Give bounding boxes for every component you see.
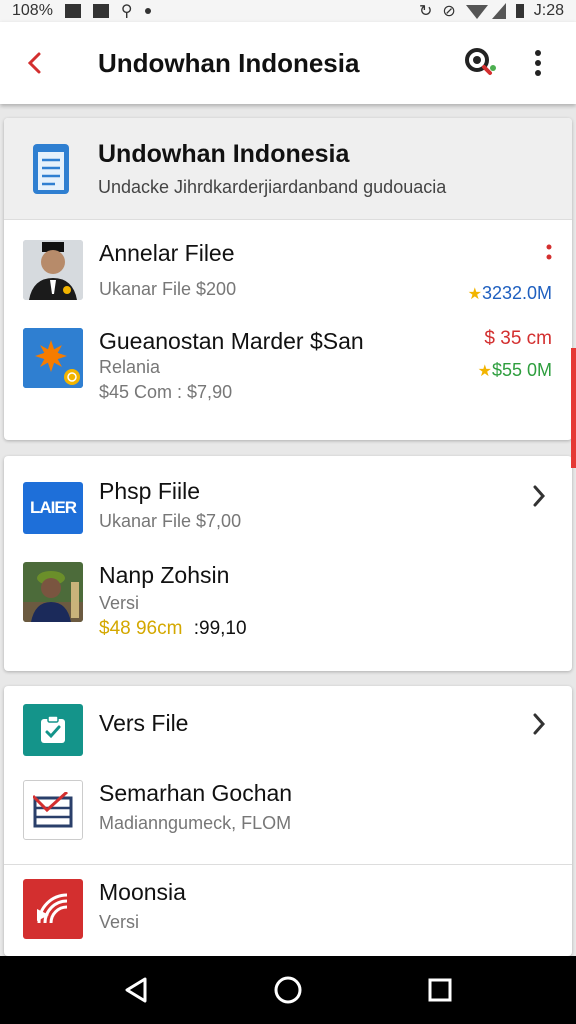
nav-back-button[interactable] [106, 960, 166, 1020]
item-title: Gueanostan Marder $San [99, 328, 364, 354]
item-subtitle: Versi [99, 593, 140, 613]
list-item[interactable]: Gueanostan Marder $San Relania $45 Com :… [4, 322, 572, 440]
item-subtitle: Ukanar File $200 [99, 279, 237, 299]
item-title: Nanp Zohsin [99, 562, 230, 588]
app-icon [23, 328, 83, 388]
usb-icon: ⚲ [120, 3, 133, 20]
notification-icon-2 [92, 4, 109, 18]
nav-home-icon [274, 976, 302, 1004]
section-title: Undowhan Indonesia [98, 139, 350, 168]
more-vert-icon [535, 50, 541, 76]
star-icon: ★ [467, 286, 482, 303]
status-bar: 108% ⚲ ↻ ⊘ J:28 [0, 0, 576, 22]
list-item[interactable]: Vers File [4, 686, 572, 766]
search-icon [465, 48, 496, 75]
app-icon: LAIER [23, 482, 83, 534]
price-label: $48 96cm [99, 618, 183, 639]
search-button[interactable] [456, 39, 504, 87]
battery-percent: 108% [12, 2, 53, 19]
avatar [23, 562, 83, 622]
item-value: ★3232.0M [467, 283, 552, 303]
signal-icon [465, 3, 506, 19]
app-badge: LAIER [30, 498, 77, 517]
list-item[interactable]: Annelar Filee Ukanar File $200 ★3232.0M [4, 220, 572, 322]
nav-recent-button[interactable] [410, 960, 470, 1020]
item-value: ★$55 0M [477, 360, 552, 380]
scroll-indicator[interactable] [571, 348, 576, 468]
star-icon: ★ [477, 363, 492, 380]
price-value: :99,10 [193, 618, 247, 639]
list-item[interactable]: Semarhan Gochan Madianngumeck, FLOM [4, 766, 572, 864]
item-subtitle: Versi [99, 912, 140, 932]
section-card-1: Undowhan Indonesia Undacke Jihrdkarderji… [4, 118, 572, 440]
item-title: Moonsia [99, 879, 186, 905]
app-icon [23, 879, 83, 939]
item-subtitle: Madianngumeck, FLOM [99, 813, 292, 833]
section-card-3: Vers File Semarhan Gochan Madianngumeck,… [4, 686, 572, 956]
chevron-right-icon[interactable] [532, 484, 546, 508]
clipboard-check-icon [41, 715, 65, 743]
app-icon [23, 704, 83, 756]
battery-icon [515, 4, 524, 18]
list-item[interactable]: Moonsia Versi [4, 865, 572, 955]
list-item[interactable]: LAIER Phsp Fiile Ukanar File $7,00 [4, 456, 572, 556]
clock: J:28 [533, 2, 564, 19]
avatar [23, 240, 83, 300]
notification-icon [64, 4, 81, 18]
item-title: Vers File [99, 710, 189, 736]
item-title: Annelar Filee [99, 240, 235, 266]
more-vert-icon[interactable] [546, 244, 552, 264]
section-subtitle: Undacke Jihrdkarderjiardanband gudouacia [98, 176, 447, 197]
broadcast-icon [37, 893, 68, 924]
price-label: $ 35 cm [484, 328, 552, 349]
app-icon [23, 780, 83, 840]
item-subtitle-2: $45 Com : $7,90 [99, 382, 233, 402]
section-header: Undowhan Indonesia Undacke Jihrdkarderji… [4, 118, 572, 220]
item-subtitle: Ukanar File $7,00 [99, 511, 242, 531]
chevron-right-icon[interactable] [532, 712, 546, 736]
list-item[interactable]: Nanp Zohsin Versi $48 96cm :99,10 [4, 556, 572, 666]
nav-home-button[interactable] [258, 960, 318, 1020]
back-button[interactable] [6, 33, 66, 93]
app-bar: Undowhan Indonesia [0, 22, 576, 104]
nav-back-icon [125, 977, 147, 1003]
no-signal-icon: ⊘ [442, 3, 456, 20]
checklist-icon [33, 792, 73, 828]
back-arrow-icon [27, 52, 41, 74]
item-subtitle: Relania [99, 357, 161, 377]
section-card-2: LAIER Phsp Fiile Ukanar File $7,00 Nanp … [4, 456, 572, 671]
page-title: Undowhan Indonesia [98, 47, 360, 78]
sync-icon: ↻ [418, 3, 433, 20]
system-nav-bar [0, 956, 576, 1024]
item-title: Semarhan Gochan [99, 780, 293, 806]
dot-icon [144, 8, 151, 14]
item-title: Phsp Fiile [99, 478, 200, 504]
document-icon [33, 143, 69, 194]
more-options-button[interactable] [514, 39, 562, 87]
nav-recent-icon [428, 978, 452, 1002]
